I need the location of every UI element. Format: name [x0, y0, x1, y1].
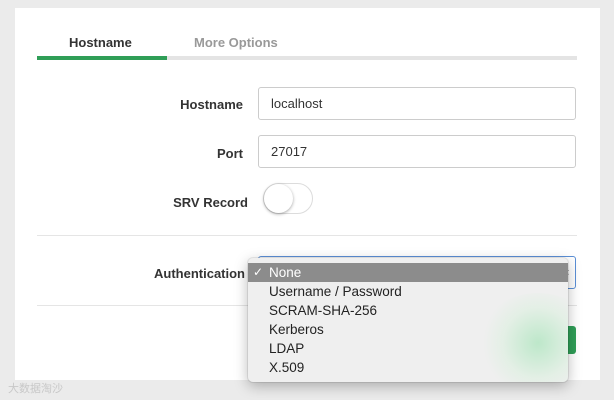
- authentication-dropdown-menu: ✓ None Username / Password SCRAM-SHA-256…: [248, 258, 568, 382]
- srv-record-toggle[interactable]: [263, 183, 313, 214]
- tab-more-options[interactable]: More Options: [194, 35, 278, 50]
- toggle-knob: [264, 184, 293, 213]
- port-label: Port: [217, 146, 243, 161]
- port-input[interactable]: [258, 135, 576, 168]
- authentication-label: Authentication: [154, 266, 245, 281]
- auth-option-ldap[interactable]: LDAP: [248, 339, 568, 358]
- auth-option-scram-sha-256[interactable]: SCRAM-SHA-256: [248, 301, 568, 320]
- auth-option-none[interactable]: ✓ None: [248, 263, 568, 282]
- checkmark-icon: ✓: [253, 265, 264, 279]
- hostname-input[interactable]: [258, 87, 576, 120]
- auth-option-x509[interactable]: X.509: [248, 358, 568, 377]
- tab-hostname[interactable]: Hostname: [69, 35, 132, 50]
- active-tab-indicator: [37, 56, 167, 60]
- auth-option-username-password[interactable]: Username / Password: [248, 282, 568, 301]
- hostname-label: Hostname: [180, 97, 243, 112]
- auth-option-kerberos[interactable]: Kerberos: [248, 320, 568, 339]
- srv-record-label: SRV Record: [173, 195, 248, 210]
- divider: [37, 235, 577, 236]
- watermark: 大数据淘沙: [8, 383, 63, 395]
- tab-underline: [37, 56, 577, 60]
- tab-bar: Hostname More Options: [37, 8, 577, 61]
